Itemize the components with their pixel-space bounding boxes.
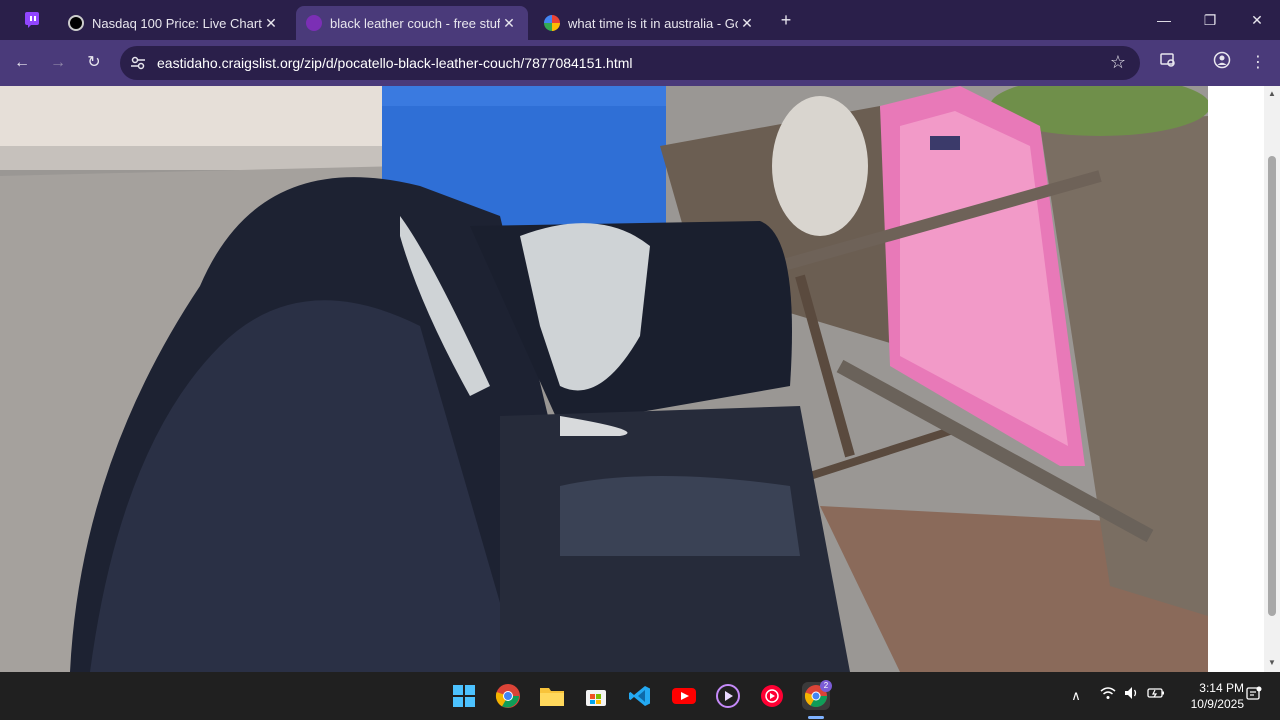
scroll-up-arrow-icon[interactable]: ▲: [1267, 89, 1277, 99]
minimize-button[interactable]: —: [1152, 8, 1176, 32]
system-clock[interactable]: 3:14 PM 10/9/2025: [1180, 680, 1244, 712]
browser-toolbar: ← → ↻ eastidaho.craigslist.org/zip/d/poc…: [0, 40, 1280, 86]
close-tab-icon[interactable]: ✕: [738, 14, 756, 32]
reload-button[interactable]: ↻: [82, 51, 106, 75]
tab-title: Nasdaq 100 Price: Live Chart, F: [92, 15, 262, 31]
clock-time: 3:14 PM: [1199, 681, 1244, 695]
chrome-profile-taskbar-icon[interactable]: 2: [802, 680, 832, 710]
chrome-icon[interactable]: [494, 682, 522, 710]
vscode-icon[interactable]: [626, 682, 654, 710]
microsoft-store-icon[interactable]: [582, 682, 610, 710]
tab-title: black leather couch - free stuff: [330, 15, 500, 31]
tab-strip: Nasdaq 100 Price: Live Chart, F ✕ black …: [0, 0, 1280, 40]
address-bar[interactable]: eastidaho.craigslist.org/zip/d/pocatello…: [120, 46, 1140, 80]
notifications-icon[interactable]: [1244, 686, 1264, 706]
tab-nasdaq[interactable]: Nasdaq 100 Price: Live Chart, F ✕: [58, 6, 290, 40]
restore-button[interactable]: ❐: [1198, 8, 1222, 32]
craigslist-favicon-icon: [306, 15, 322, 31]
url-text[interactable]: eastidaho.craigslist.org/zip/d/pocatello…: [157, 55, 633, 71]
couch-photo-image: [0, 86, 1208, 672]
page-content: ▲ ▼: [0, 86, 1280, 672]
vertical-scrollbar[interactable]: ▲ ▼: [1264, 86, 1280, 672]
youtube-music-icon[interactable]: [758, 682, 786, 710]
file-explorer-icon[interactable]: [538, 682, 566, 710]
clock-date: 10/9/2025: [1190, 697, 1244, 711]
tab-google[interactable]: what time is it in australia - Goo ✕: [534, 6, 766, 40]
new-tab-button[interactable]: +: [776, 10, 796, 30]
tab-title: what time is it in australia - Goo: [568, 15, 738, 31]
menu-kebab-icon[interactable]: ⋮: [1246, 51, 1270, 75]
listing-photo[interactable]: [0, 86, 1208, 672]
scroll-thumb[interactable]: [1268, 156, 1276, 616]
tab-craigslist[interactable]: black leather couch - free stuff ✕: [296, 6, 528, 40]
windows-start-icon[interactable]: [450, 682, 478, 710]
google-lens-icon[interactable]: [1156, 51, 1180, 75]
youtube-icon[interactable]: [670, 682, 698, 710]
back-button[interactable]: ←: [10, 51, 34, 75]
battery-icon[interactable]: [1146, 686, 1166, 706]
volume-icon[interactable]: [1122, 686, 1142, 706]
wifi-icon[interactable]: [1098, 686, 1118, 706]
close-tab-icon[interactable]: ✕: [500, 14, 518, 32]
nasdaq-favicon-icon: [68, 15, 84, 31]
bookmark-star-icon[interactable]: ☆: [1108, 52, 1128, 72]
profile-icon[interactable]: [1210, 51, 1234, 75]
media-player-icon[interactable]: [714, 682, 742, 710]
close-window-button[interactable]: ✕: [1245, 8, 1269, 32]
forward-button[interactable]: →: [46, 51, 70, 75]
windows-taskbar: 2 ∧ 3:14 PM 10/9/2025: [0, 672, 1280, 720]
site-settings-icon[interactable]: [130, 55, 146, 71]
active-app-indicator: [808, 716, 824, 719]
show-hidden-icons-chevron-icon[interactable]: ∧: [1066, 686, 1086, 706]
close-tab-icon[interactable]: ✕: [262, 14, 280, 32]
notification-badge: 2: [820, 680, 832, 692]
twitch-icon: [25, 12, 39, 28]
scroll-down-arrow-icon[interactable]: ▼: [1267, 658, 1277, 668]
google-favicon-icon: [544, 15, 560, 31]
twitch-pinned-tab[interactable]: [18, 8, 46, 32]
